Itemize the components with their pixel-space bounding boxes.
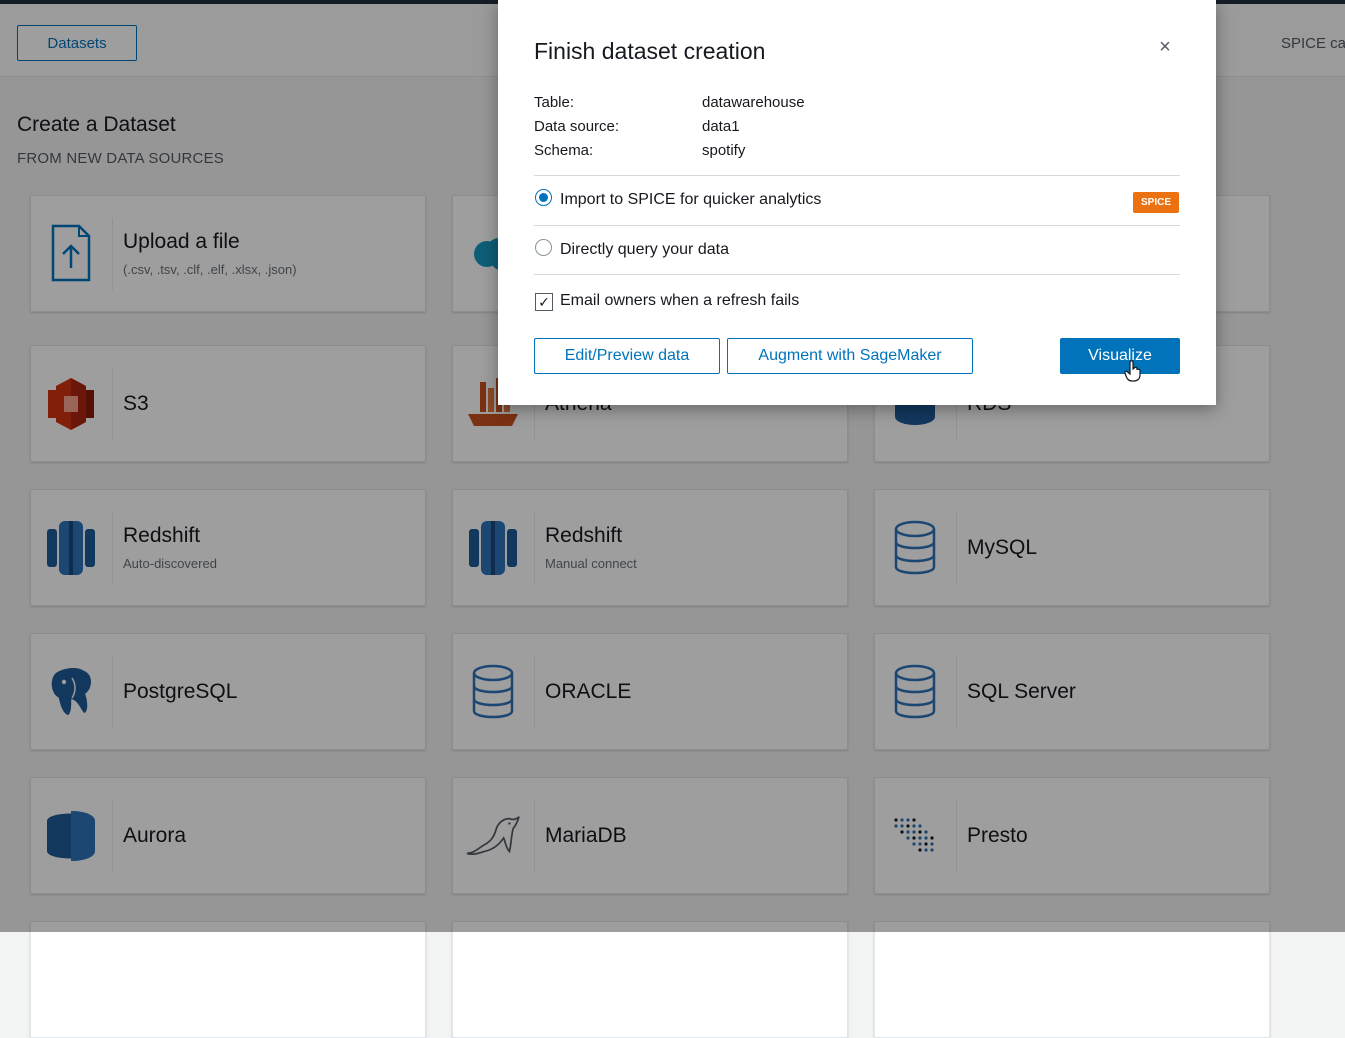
spice-import-label[interactable]: Import to SPICE for quicker analytics [560, 191, 821, 209]
finish-dataset-modal: Finish dataset creation × Table: datawar… [498, 0, 1216, 405]
modal-title: Finish dataset creation [534, 38, 766, 64]
visualize-button[interactable]: Visualize [1060, 338, 1180, 374]
source-card-partial[interactable] [452, 921, 848, 1038]
spice-badge: SPICE [1133, 192, 1179, 213]
email-owners-checkbox[interactable]: ✓ [535, 293, 553, 311]
spice-import-radio[interactable] [535, 189, 552, 206]
divider [534, 175, 1180, 176]
email-owners-label[interactable]: Email owners when a refresh fails [560, 292, 799, 310]
info-value: datawarehouse [702, 94, 805, 111]
edit-preview-data-button[interactable]: Edit/Preview data [534, 338, 720, 374]
direct-query-label[interactable]: Directly query your data [560, 241, 729, 259]
hand-cursor-icon [1124, 360, 1142, 387]
source-card-partial[interactable] [874, 921, 1270, 1038]
divider [534, 274, 1180, 275]
info-key: Data source: [534, 118, 620, 135]
info-key: Table: [534, 94, 575, 111]
close-icon[interactable]: × [1154, 36, 1176, 58]
info-value: data1 [702, 118, 740, 135]
augment-sagemaker-button[interactable]: Augment with SageMaker [727, 338, 973, 374]
divider [534, 225, 1180, 226]
info-value: spotify [702, 142, 746, 159]
source-card-partial[interactable] [30, 921, 426, 1038]
info-key: Schema: [534, 142, 594, 159]
direct-query-radio[interactable] [535, 239, 552, 256]
